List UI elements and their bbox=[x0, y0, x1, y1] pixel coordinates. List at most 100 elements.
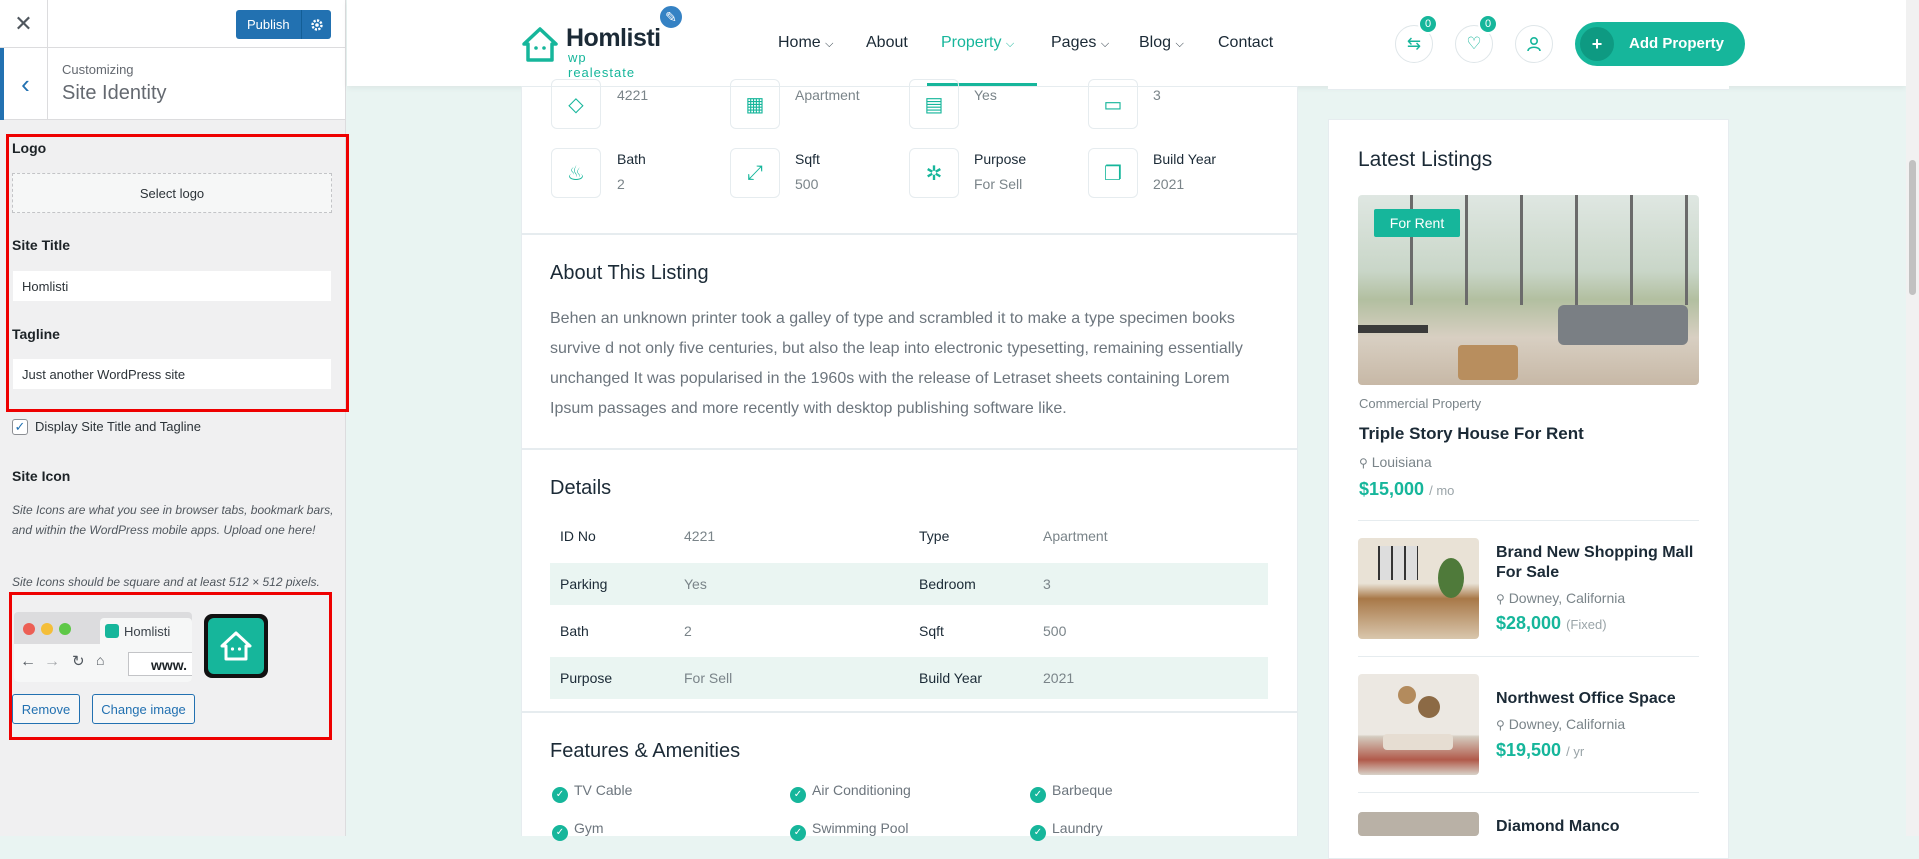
feature-label: Bath bbox=[617, 151, 646, 167]
nav-blog-label[interactable]: Blog bbox=[1139, 34, 1171, 51]
nav-pages-label[interactable]: Pages bbox=[1051, 34, 1096, 51]
latest-listings-title: Latest Listings bbox=[1358, 148, 1493, 171]
featured-listing-title[interactable]: Triple Story House For Rent bbox=[1359, 424, 1584, 444]
publish-label[interactable]: Publish bbox=[247, 17, 290, 32]
price-value: $19,500 bbox=[1496, 740, 1562, 760]
detail-key: Bedroom bbox=[919, 576, 976, 592]
nav-property-label[interactable]: Property bbox=[941, 34, 1001, 51]
remove-icon-button[interactable]: Remove bbox=[12, 694, 80, 724]
price-value: $15,000 bbox=[1359, 479, 1425, 499]
table-row: Purpose For Sell Build Year 2021 bbox=[550, 657, 1268, 699]
map-pin-icon: ⚲ bbox=[1496, 592, 1505, 606]
page-scrollbar[interactable] bbox=[1906, 0, 1919, 836]
detail-value: Apartment bbox=[1043, 528, 1108, 544]
feature-parking-value: Yes bbox=[974, 87, 997, 103]
amenity-label: Air Conditioning bbox=[812, 782, 911, 798]
nav-about[interactable]: About bbox=[866, 34, 908, 52]
detail-value: 4221 bbox=[684, 528, 716, 544]
location-text: Downey, California bbox=[1508, 590, 1626, 606]
feature-type-value: Apartment bbox=[795, 87, 860, 103]
amenity-item: ✓ Laundry bbox=[1030, 820, 1103, 841]
for-rent-badge: For Rent bbox=[1374, 209, 1460, 237]
site-title-input[interactable]: Homlisti bbox=[12, 270, 332, 302]
map-pin-icon: ⚲ bbox=[1496, 718, 1505, 732]
listing-category[interactable]: Commercial Property bbox=[1359, 396, 1481, 411]
tagline-label: Tagline bbox=[12, 326, 60, 342]
featured-listing-price: $15,000 / mo bbox=[1359, 479, 1454, 500]
detail-key: ID No bbox=[560, 528, 596, 544]
sidebar-widget-top bbox=[1328, 86, 1729, 90]
detail-value: For Sell bbox=[684, 670, 733, 686]
back-arrow-icon[interactable]: ‹ bbox=[0, 48, 48, 120]
tagline-input[interactable]: Just another WordPress site bbox=[12, 358, 332, 390]
add-property-label[interactable]: Add Property bbox=[1629, 35, 1724, 52]
change-image-button[interactable]: Change image bbox=[92, 694, 195, 724]
detail-value: 2021 bbox=[1043, 670, 1075, 686]
listing-price: $28,000 (Fixed) bbox=[1496, 613, 1607, 634]
wishlist-count-badge: 0 bbox=[1478, 14, 1498, 34]
purpose-icon: ✲ bbox=[909, 148, 959, 198]
nav-home[interactable]: Home ⌵ bbox=[778, 34, 833, 52]
select-logo-button[interactable]: Select logo bbox=[12, 173, 332, 213]
feature-label: Purpose bbox=[974, 151, 1027, 167]
add-property-button[interactable]: + Add Property bbox=[1575, 22, 1745, 66]
amenity-item: ✓ Swimming Pool bbox=[790, 820, 908, 841]
section-header: ‹ Customizing Site Identity bbox=[0, 48, 345, 120]
user-icon[interactable] bbox=[1515, 25, 1553, 63]
logo-tagline: wp realestate bbox=[568, 50, 636, 80]
close-icon[interactable]: ✕ bbox=[0, 0, 48, 48]
site-icon-label: Site Icon bbox=[12, 468, 71, 484]
location-text: Downey, California bbox=[1508, 716, 1626, 732]
nav-contact[interactable]: Contact bbox=[1218, 34, 1273, 52]
browser-preview: Homlisti ← → ↻ ⌂ www. bbox=[14, 612, 192, 682]
check-icon: ✓ bbox=[1030, 787, 1046, 803]
listing-thumbnail[interactable] bbox=[1358, 538, 1479, 639]
chevron-down-icon: ⌵ bbox=[1005, 38, 1015, 50]
nav-property[interactable]: Property ⌵ bbox=[941, 34, 1014, 52]
listing-location: ⚲ Downey, California bbox=[1496, 590, 1625, 606]
amenity-label: TV Cable bbox=[574, 782, 633, 798]
expand-icon: ⤢ bbox=[730, 148, 780, 198]
compare-count-badge: 0 bbox=[1418, 14, 1438, 34]
nav-home-label[interactable]: Home bbox=[778, 34, 821, 51]
check-icon: ✓ bbox=[790, 787, 806, 803]
divider bbox=[1358, 656, 1699, 657]
price-period: / yr bbox=[1566, 744, 1585, 759]
feature-label: Build Year bbox=[1153, 151, 1217, 167]
feature-bedroom-value: 3 bbox=[1153, 87, 1161, 103]
bed-icon: ▭ bbox=[1088, 79, 1138, 129]
display-title-checkbox[interactable]: ✓ bbox=[12, 419, 28, 435]
publish-button[interactable]: Publish bbox=[236, 10, 331, 39]
gear-icon[interactable] bbox=[301, 10, 331, 39]
chevron-down-icon: ⌵ bbox=[825, 38, 834, 50]
check-icon: ✓ bbox=[552, 825, 568, 841]
id-icon: ◇ bbox=[551, 79, 601, 129]
amenities-card bbox=[521, 712, 1298, 836]
featured-listing-location: ⚲ Louisiana bbox=[1359, 454, 1432, 470]
detail-key: Parking bbox=[560, 576, 608, 592]
listing-title[interactable]: Diamond Manco bbox=[1496, 817, 1696, 837]
price-period: / mo bbox=[1429, 483, 1455, 498]
details-title: Details bbox=[550, 477, 612, 499]
about-title: About This Listing bbox=[550, 262, 709, 284]
table-row: ID No 4221 Type Apartment bbox=[550, 515, 1268, 557]
scrollbar-thumb[interactable] bbox=[1909, 160, 1916, 295]
detail-value: 2 bbox=[684, 623, 692, 639]
listing-thumbnail[interactable] bbox=[1358, 812, 1479, 836]
detail-value: 3 bbox=[1043, 576, 1051, 592]
detail-value: 500 bbox=[1043, 623, 1067, 639]
feature-value: For Sell bbox=[974, 176, 1023, 192]
amenity-label: Gym bbox=[574, 820, 604, 836]
nav-blog[interactable]: Blog ⌵ bbox=[1139, 34, 1184, 52]
nav-pages[interactable]: Pages ⌵ bbox=[1051, 34, 1109, 52]
listing-title[interactable]: Northwest Office Space bbox=[1496, 689, 1696, 709]
detail-key: Purpose bbox=[560, 670, 613, 686]
edit-pencil-icon[interactable]: ✎ bbox=[658, 4, 684, 30]
listing-title[interactable]: Brand New Shopping Mall For Sale bbox=[1496, 543, 1696, 583]
amenities-title: Features & Amenities bbox=[550, 740, 741, 762]
listing-thumbnail[interactable] bbox=[1358, 674, 1479, 775]
amenity-item: ✓ Gym bbox=[552, 820, 604, 841]
parking-icon: ▤ bbox=[909, 79, 959, 129]
chevron-down-icon: ⌵ bbox=[1175, 38, 1184, 50]
feature-value: 2021 bbox=[1153, 176, 1185, 192]
